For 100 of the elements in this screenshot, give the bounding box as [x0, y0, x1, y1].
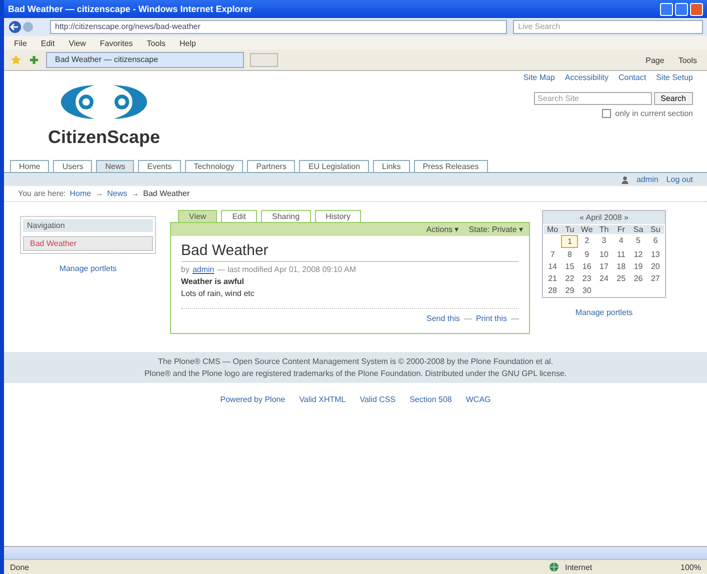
nav-tab[interactable]: Press Releases	[414, 160, 488, 172]
content-tab[interactable]: Edit	[221, 210, 257, 222]
calendar-day[interactable]: 12	[630, 249, 647, 260]
weekday-label: Mo	[544, 225, 562, 234]
calendar-day[interactable]: 10	[595, 249, 613, 260]
calendar-day[interactable]: 25	[612, 273, 630, 284]
document-action-link[interactable]: Print this	[476, 314, 507, 323]
calendar-day[interactable]: 27	[646, 273, 664, 284]
breadcrumb-link[interactable]: Home	[70, 189, 92, 198]
maximize-button[interactable]	[675, 2, 688, 16]
content-tab[interactable]: Sharing	[261, 210, 311, 222]
menu-item[interactable]: Edit	[40, 38, 55, 48]
calendar-day[interactable]: 29	[561, 285, 578, 296]
colophon-link[interactable]: Valid CSS	[360, 395, 396, 404]
browser-tab[interactable]: Bad Weather — citizenscape	[46, 52, 244, 68]
menu-item[interactable]: Favorites	[100, 38, 133, 48]
calendar-day[interactable]: 26	[630, 273, 647, 284]
content-tab[interactable]: View	[178, 210, 218, 222]
search-button[interactable]: Search	[654, 92, 693, 105]
byline-text: — last modified Apr 01, 2008 09:10 AM	[217, 265, 356, 274]
calendar-day[interactable]: 5	[630, 235, 647, 248]
calendar-day[interactable]: 30	[578, 285, 596, 296]
breadcrumb-link[interactable]: Bad Weather	[143, 189, 190, 198]
calendar-day[interactable]: 11	[612, 249, 630, 260]
menu-item[interactable]: View	[68, 38, 86, 48]
calendar-day[interactable]: 17	[595, 261, 613, 272]
manage-portlets-link[interactable]: Manage portlets	[575, 308, 633, 317]
zoom-level[interactable]: 100%	[651, 562, 701, 572]
calendar-day[interactable]: 24	[595, 273, 613, 284]
nav-tab[interactable]: Home	[10, 160, 50, 172]
globe-icon	[549, 562, 559, 572]
site-action-link[interactable]: Site Setup	[656, 73, 693, 82]
colophon-link[interactable]: WCAG	[466, 395, 491, 404]
manage-portlets-link[interactable]: Manage portlets	[59, 264, 117, 273]
calendar-day[interactable]: 13	[646, 249, 664, 260]
calendar-day[interactable]: 14	[544, 261, 562, 272]
menu-item[interactable]: Tools	[146, 38, 166, 48]
nav-tab[interactable]: Events	[138, 160, 181, 172]
calendar-day[interactable]: 19	[630, 261, 647, 272]
calendar-day[interactable]: 16	[578, 261, 596, 272]
calendar-day[interactable]: 15	[561, 261, 578, 272]
colophon-link[interactable]: Section 508	[410, 395, 452, 404]
calendar-day[interactable]: 1	[561, 235, 578, 248]
site-action-link[interactable]: Contact	[618, 73, 646, 82]
toolbar-button[interactable]: Page	[642, 56, 668, 64]
breadcrumb-link[interactable]: News	[107, 189, 128, 198]
calendar-day[interactable]: 9	[578, 249, 596, 260]
site-action-link[interactable]: Site Map	[523, 73, 555, 82]
article-description: Weather is awful	[181, 277, 245, 286]
minimize-button[interactable]	[660, 2, 673, 16]
article-body: Lots of rain, wind etc	[181, 289, 519, 309]
weekday-label: Tu	[561, 225, 578, 234]
weekday-label: Su	[646, 225, 664, 234]
content-tab[interactable]: History	[314, 210, 362, 222]
calendar-day[interactable]: 3	[595, 235, 613, 248]
colophon-link[interactable]: Powered by Plone	[220, 395, 286, 404]
user-action-link[interactable]: Log out	[666, 175, 693, 184]
calendar-day[interactable]: 6	[646, 235, 664, 248]
calendar-day[interactable]: 4	[612, 235, 630, 248]
site-name: CitizenScape	[48, 127, 160, 148]
calendar-day[interactable]: 28	[544, 285, 562, 296]
nav-tab[interactable]: Users	[53, 160, 92, 172]
navigation-item[interactable]: Bad Weather	[23, 236, 153, 251]
calendar-day[interactable]: 7	[544, 249, 562, 260]
window-title: Bad Weather — citizenscape - Windows Internet Explorer	[8, 4, 254, 14]
menu-item[interactable]: File	[14, 38, 27, 48]
star-icon[interactable]	[10, 54, 22, 66]
calendar-day[interactable]: 8	[561, 249, 578, 260]
toolbar-button[interactable]: Tools	[674, 56, 701, 64]
author-link[interactable]: admin	[192, 265, 214, 274]
nav-tab[interactable]: EU Legislation	[299, 160, 370, 172]
calendar-day[interactable]: 2	[578, 235, 596, 248]
document-action-link[interactable]: Send this	[426, 314, 460, 323]
checkbox[interactable]	[602, 109, 612, 118]
close-button[interactable]	[690, 2, 703, 16]
colophon-link[interactable]: Valid XHTML	[299, 395, 346, 404]
portlet-title: Navigation	[23, 219, 153, 232]
user-action-link[interactable]: admin	[636, 175, 658, 184]
site-action-link[interactable]: Accessibility	[564, 73, 608, 82]
weekday-label: Fr	[612, 225, 630, 234]
nav-tab[interactable]: News	[96, 160, 134, 172]
plus-icon[interactable]	[28, 54, 40, 66]
separator-dash: —	[464, 314, 472, 323]
calendar-day[interactable]: 23	[578, 273, 596, 284]
menu-item[interactable]: Help	[179, 38, 196, 48]
content-menu[interactable]: Actions ▾	[426, 225, 459, 234]
nav-tab[interactable]: Partners	[247, 160, 296, 172]
user-icon	[620, 176, 628, 184]
calendar-day[interactable]: 20	[646, 261, 664, 272]
nav-tab[interactable]: Technology	[184, 160, 244, 172]
calendar-title[interactable]: « April 2008 »	[543, 211, 665, 224]
footer-text: The Plone® CMS — Open Source Content Management System is © 2000-2008 by the Plone Foundation et al.	[158, 357, 554, 366]
horizontal-scrollbar[interactable]	[4, 546, 707, 559]
calendar-day[interactable]: 18	[612, 261, 630, 272]
article-title: Bad Weather	[181, 240, 519, 262]
calendar-day[interactable]: 22	[561, 273, 578, 284]
nav-tab[interactable]: Links	[373, 160, 410, 172]
calendar-day[interactable]: 21	[544, 273, 562, 284]
address-field[interactable]: http://citizenscape.org/news/bad-weather	[50, 20, 507, 34]
content-menu[interactable]: State: Private ▾	[468, 225, 523, 234]
